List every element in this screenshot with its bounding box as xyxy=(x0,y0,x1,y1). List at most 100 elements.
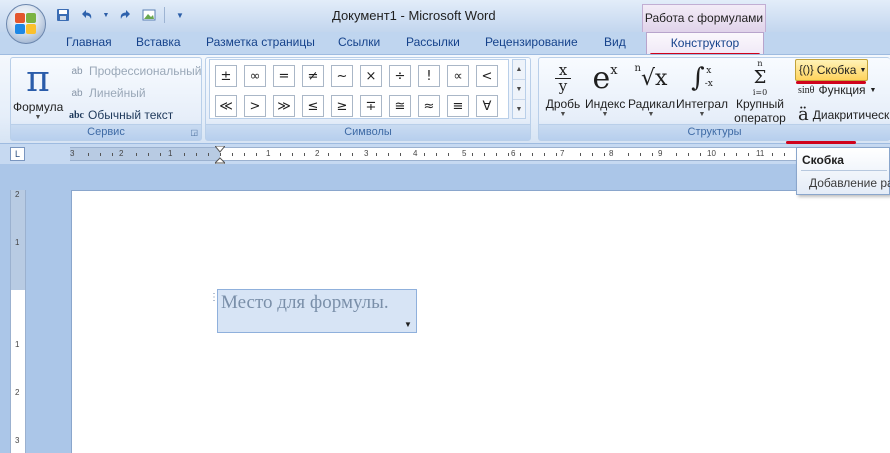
equation-placeholder[interactable]: ⋮ Место для формулы. ▼ xyxy=(209,289,417,333)
symbol-button[interactable]: ≪ xyxy=(215,95,237,117)
tab-review[interactable]: Рецензирование xyxy=(485,35,578,49)
expand-gallery-icon[interactable]: ▼ xyxy=(513,100,525,120)
integral-button[interactable]: ∫ x -x Интеграл ▼ xyxy=(676,59,728,118)
radical-icon: n √x xyxy=(634,63,668,91)
ruler-tick-label: 6 xyxy=(511,149,516,158)
office-button[interactable] xyxy=(6,4,46,44)
professional-button[interactable]: ab Профессиональный xyxy=(69,64,201,78)
ruler-tick-label: 5 xyxy=(462,149,467,158)
tab-page-layout[interactable]: Разметка страницы xyxy=(206,35,315,49)
normal-text-button[interactable]: abc Обычный текст xyxy=(69,108,173,122)
ruler-tick xyxy=(604,153,605,156)
tooltip-title: Скобка xyxy=(802,153,844,167)
symbol-button[interactable]: ≥ xyxy=(331,95,353,117)
accent-label: Диакритическ xyxy=(812,107,890,122)
equation-handle-icon[interactable]: ⋮ xyxy=(209,292,219,306)
tab-view[interactable]: Вид xyxy=(604,35,626,49)
symbol-button[interactable]: = xyxy=(273,65,295,87)
ruler-tick-label: 2 xyxy=(315,149,320,158)
quick-access-toolbar: ▼ ▼ xyxy=(54,6,189,24)
dialog-launcher-icon[interactable]: ◲ xyxy=(190,128,198,137)
ruler-tick xyxy=(592,153,593,156)
symbol-button[interactable]: ∓ xyxy=(360,95,382,117)
symbol-gallery-scroll[interactable]: ▲ ▼ ▼ xyxy=(512,59,526,119)
symbol-button[interactable]: ± xyxy=(215,65,237,87)
symbol-button[interactable]: ≫ xyxy=(273,95,295,117)
ruler-tick-label: 2 xyxy=(119,149,124,158)
redo-icon[interactable] xyxy=(116,6,134,24)
vertical-ruler[interactable]: 2 1 1 2 3 xyxy=(10,190,26,453)
tab-insert[interactable]: Вставка xyxy=(136,35,181,49)
symbol-button[interactable]: ≠ xyxy=(302,65,324,87)
symbol-button[interactable]: ÷ xyxy=(389,65,411,87)
ruler-tick xyxy=(532,153,533,156)
ruler-tick xyxy=(448,153,449,156)
vertical-ruler-tick-label: 1 xyxy=(15,340,20,349)
fraction-button[interactable]: x y Дробь ▼ xyxy=(543,59,583,118)
ruler-tick xyxy=(328,153,329,156)
window-title: Документ1 - Microsoft Word xyxy=(332,8,496,23)
undo-dropdown-icon[interactable]: ▼ xyxy=(102,6,110,24)
chevron-down-icon: ▼ xyxy=(34,114,42,121)
symbol-button[interactable]: × xyxy=(360,65,382,87)
save-icon[interactable] xyxy=(54,6,72,24)
function-icon: sinθ xyxy=(798,84,815,96)
ruler-tick-label: 3 xyxy=(364,149,369,158)
symbol-button[interactable]: ~ xyxy=(331,65,353,87)
vertical-ruler-tick-label: 3 xyxy=(15,436,20,445)
symbol-button[interactable]: ∞ xyxy=(244,65,266,87)
undo-icon[interactable] xyxy=(78,6,96,24)
scroll-down-icon[interactable]: ▼ xyxy=(513,80,525,100)
tab-selector[interactable]: L xyxy=(10,147,25,161)
linear-button[interactable]: ab Линейный xyxy=(69,86,145,100)
equation-options-icon[interactable]: ▼ xyxy=(400,316,416,332)
bracket-label: Скобка xyxy=(816,63,857,77)
contextual-tab-header: Работа с формулами xyxy=(642,4,766,32)
tab-mailings[interactable]: Рассылки xyxy=(406,35,460,49)
integral-icon: ∫ x -x xyxy=(691,63,713,93)
script-icon: e x xyxy=(592,60,618,96)
accent-button[interactable]: ä Диакритическ xyxy=(798,104,889,125)
symbol-button[interactable]: ≡ xyxy=(447,95,469,117)
formula-button[interactable]: π Формула ▼ xyxy=(13,60,63,122)
symbol-button[interactable]: ∀ xyxy=(476,95,498,117)
bracket-tooltip: Скобка Добавление ра xyxy=(796,147,890,195)
symbol-grid: ± ∞ = ≠ ~ × ÷! ∝ < ≪ > ≫ ≤ ≥ ∓ ≅ ≈ ≡ ∀ xyxy=(209,59,509,119)
professional-icon: ab xyxy=(71,65,83,77)
ruler-tick-label: 10 xyxy=(707,149,716,158)
scroll-up-icon[interactable]: ▲ xyxy=(513,60,525,80)
index-button[interactable]: e x Индекс ▼ xyxy=(585,59,625,119)
horizontal-ruler[interactable]: 32112345678910111213 xyxy=(70,147,890,161)
bracket-button[interactable]: {()} Скобка ▼ xyxy=(795,59,868,81)
ruler-tick xyxy=(676,153,677,156)
ruler-tick xyxy=(688,153,689,156)
title-bar: ▼ ▼ Документ1 - Microsoft Word Работа с … xyxy=(0,0,890,32)
symbol-button[interactable]: < xyxy=(476,65,498,87)
document-page[interactable] xyxy=(71,190,890,453)
tab-references[interactable]: Ссылки xyxy=(338,35,380,49)
large-operator-button[interactable]: n Σ i=0 Крупный оператор xyxy=(730,59,790,125)
symbol-button[interactable]: ≤ xyxy=(302,95,324,117)
ruler-tick xyxy=(388,153,389,156)
ruler-tick xyxy=(160,153,161,156)
group-symbols-label: Символы xyxy=(206,124,530,140)
indent-marker-icon[interactable] xyxy=(215,146,225,166)
ruler-tick xyxy=(496,153,497,156)
ruler-tick xyxy=(352,153,353,156)
equation-placeholder-text[interactable]: Место для формулы. xyxy=(221,292,389,314)
radical-button[interactable]: n √x Радикал ▼ xyxy=(628,59,675,118)
ribbon: π Формула ▼ ab Профессиональный ab Линей… xyxy=(0,54,890,144)
ruler-tick xyxy=(748,153,749,156)
vertical-ruler-tick-label: 2 xyxy=(15,190,20,199)
symbol-button[interactable]: ≈ xyxy=(418,95,440,117)
symbol-button[interactable]: ∝ xyxy=(447,65,469,87)
chevron-down-icon: ▼ xyxy=(859,66,867,74)
image-icon[interactable] xyxy=(140,6,158,24)
symbol-button[interactable]: ! xyxy=(418,65,440,87)
tooltip-separator xyxy=(801,170,887,171)
tab-home[interactable]: Главная xyxy=(66,35,112,49)
customize-icon[interactable]: ▼ xyxy=(171,6,189,24)
function-button[interactable]: sinθ Функция ▼ xyxy=(798,83,876,97)
symbol-button[interactable]: ≅ xyxy=(389,95,411,117)
symbol-button[interactable]: > xyxy=(244,95,266,117)
